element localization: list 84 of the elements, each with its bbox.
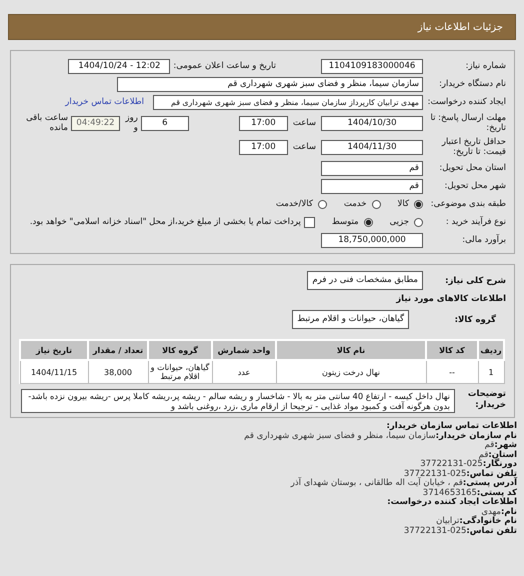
column-header: تعداد / مقدار <box>88 340 148 360</box>
field-label: توضیحات خریدار: <box>466 389 506 411</box>
field-label: طبقه بندی موضوعی: <box>430 199 506 209</box>
field-label: ساعت <box>292 118 316 128</box>
field-label: برآورد مالی: <box>461 235 506 245</box>
contact-value: 025-37722131 <box>404 468 466 478</box>
contact-label: تلفن تماس: <box>466 526 517 536</box>
column-header: گروه کالا <box>148 340 212 360</box>
contact-label: آدرس پستی: <box>462 478 517 488</box>
contact-label: تلفن تماس: <box>466 468 517 478</box>
field-label: گروه کالا: <box>454 314 497 324</box>
field-label: شماره نیاز: <box>464 61 506 71</box>
date-field: 1404/10/30 <box>321 116 423 130</box>
field-label: استان محل تحویل: <box>438 163 506 173</box>
field-label: ساعت باقی مانده <box>25 113 68 133</box>
value-field: سازمان سیما، منظر و فضای سبز شهری شهرداری قم <box>117 76 423 92</box>
value-field: قم <box>321 160 423 176</box>
checkbox[interactable] <box>304 216 315 228</box>
table-cell: 1404/11/15 <box>20 360 88 384</box>
field-label: نام دستگاه خریدار: <box>438 79 506 89</box>
field-label: شهر محل تحویل: <box>443 181 506 191</box>
table-cell: عدد <box>212 360 276 384</box>
section-heading: اطلاعات ایجاد کننده درخواست: <box>386 498 517 508</box>
contact-label: نام سازمان خریدار: <box>436 430 517 440</box>
radio-label: کالا/خدمت <box>276 199 313 209</box>
radio-label: متوسط <box>332 217 359 227</box>
contact-link[interactable]: اطلاعات تماس خریدار <box>65 97 144 107</box>
contact-label: نام: <box>500 506 517 516</box>
section-heading: اطلاعات تماس سازمان خریدار: <box>386 422 517 432</box>
field-label: تاریخ و ساعت اعلان عمومی: <box>173 61 276 71</box>
table-cell: -- <box>426 360 478 384</box>
field-label: شرح کلی نیاز: <box>444 276 506 286</box>
radio-button[interactable] <box>364 218 373 226</box>
radio-button[interactable] <box>414 218 423 226</box>
contact-label: نام خانوادگی: <box>459 516 517 526</box>
field-label: ساعت <box>292 142 316 152</box>
notes-field: نهال داخل کیسه - ارتفاع 40 سانتی متر به بالا - شاخسار و ریشه سالم - ریشه پر،ریشه کاملا پرس -ریشه بیرون نزده باشد- بدون هرگونه آفت و کمبود مواد غذایی - ترجیحا از ارقام ماری ،زرد ،روغنی باشد و <box>21 389 455 413</box>
column-header: تاریخ نیاز <box>20 340 88 360</box>
contact-value: ترابیان <box>436 516 460 526</box>
field-label: مهلت ارسال پاسخ: تا تاریخ: <box>430 113 506 133</box>
contact-label: کد پستی: <box>476 488 517 498</box>
field-label: روز و <box>124 113 138 133</box>
contact-label: استان: <box>488 450 517 460</box>
page-title: جزئیات اطلاعات نیاز <box>418 22 503 32</box>
radio-label: خدمت <box>344 199 367 209</box>
section-heading: اطلاعات کالاهای مورد نیاز <box>394 294 506 304</box>
contact-value: قم <box>478 450 488 460</box>
contact-value: مهدی <box>481 506 501 516</box>
radio-button[interactable] <box>414 200 423 208</box>
date-field: 1404/11/30 <box>321 140 423 154</box>
column-header: نام کالا <box>276 340 426 360</box>
value-field: گیاهان، حیوانات و اقلام مرتبط <box>292 310 409 329</box>
value-field: 1104109183000046 <box>321 58 423 74</box>
column-header: ردیف <box>478 340 504 360</box>
contact-label: دورنگار: <box>482 459 517 469</box>
time-field: 17:00 <box>238 140 288 154</box>
field-label: ایجاد کننده درخواست: <box>426 97 506 107</box>
countdown-field: 04:49:22 <box>71 116 120 130</box>
checkbox-label: پرداخت تمام یا بخشی از مبلغ خرید،از محل "اسناد خزانه اسلامی" خواهد بود. <box>30 217 301 227</box>
contact-value: 025-37722131 <box>420 459 483 469</box>
contact-value: 3714653165 <box>422 488 477 498</box>
column-header: کد کالا <box>426 340 478 360</box>
field-label: حداقل تاریخ اعتبار قیمت: تا تاریخ: <box>440 137 506 157</box>
radio-button[interactable] <box>318 200 327 208</box>
field-label: نوع فرآیند خرید : <box>444 217 506 227</box>
value-field: 1404/10/24 - 12:02 <box>68 58 170 74</box>
contact-value: قم <box>484 440 494 450</box>
value-field: مطابق مشخصات فنی در فرم <box>307 271 423 290</box>
contact-value: سازمان سیما، منظر و فضای سبز شهری شهرداری قم <box>244 430 436 440</box>
days-field: 6 <box>140 116 189 130</box>
value-field: قم <box>321 178 423 194</box>
radio-label: کالا <box>398 199 409 209</box>
table-cell: نهال درخت زیتون <box>276 360 426 384</box>
contact-value: قم ، خیابان آیت اله طالقانی ، بوستان شهدای آذر <box>290 478 463 488</box>
value-field: 18,750,000,000 <box>321 232 423 248</box>
column-header: واحد شمارش <box>212 340 276 360</box>
radio-label: جزیی <box>390 217 409 227</box>
table-cell: 1 <box>478 360 504 384</box>
radio-button[interactable] <box>372 200 381 208</box>
contact-value: 025-37722131 <box>404 526 466 536</box>
table-cell: 38,000 <box>88 360 148 384</box>
contact-label: شهر: <box>494 440 517 450</box>
time-field: 17:00 <box>238 116 288 130</box>
table-cell: گیاهان، حیوانات و اقلام مرتبط <box>148 360 212 384</box>
